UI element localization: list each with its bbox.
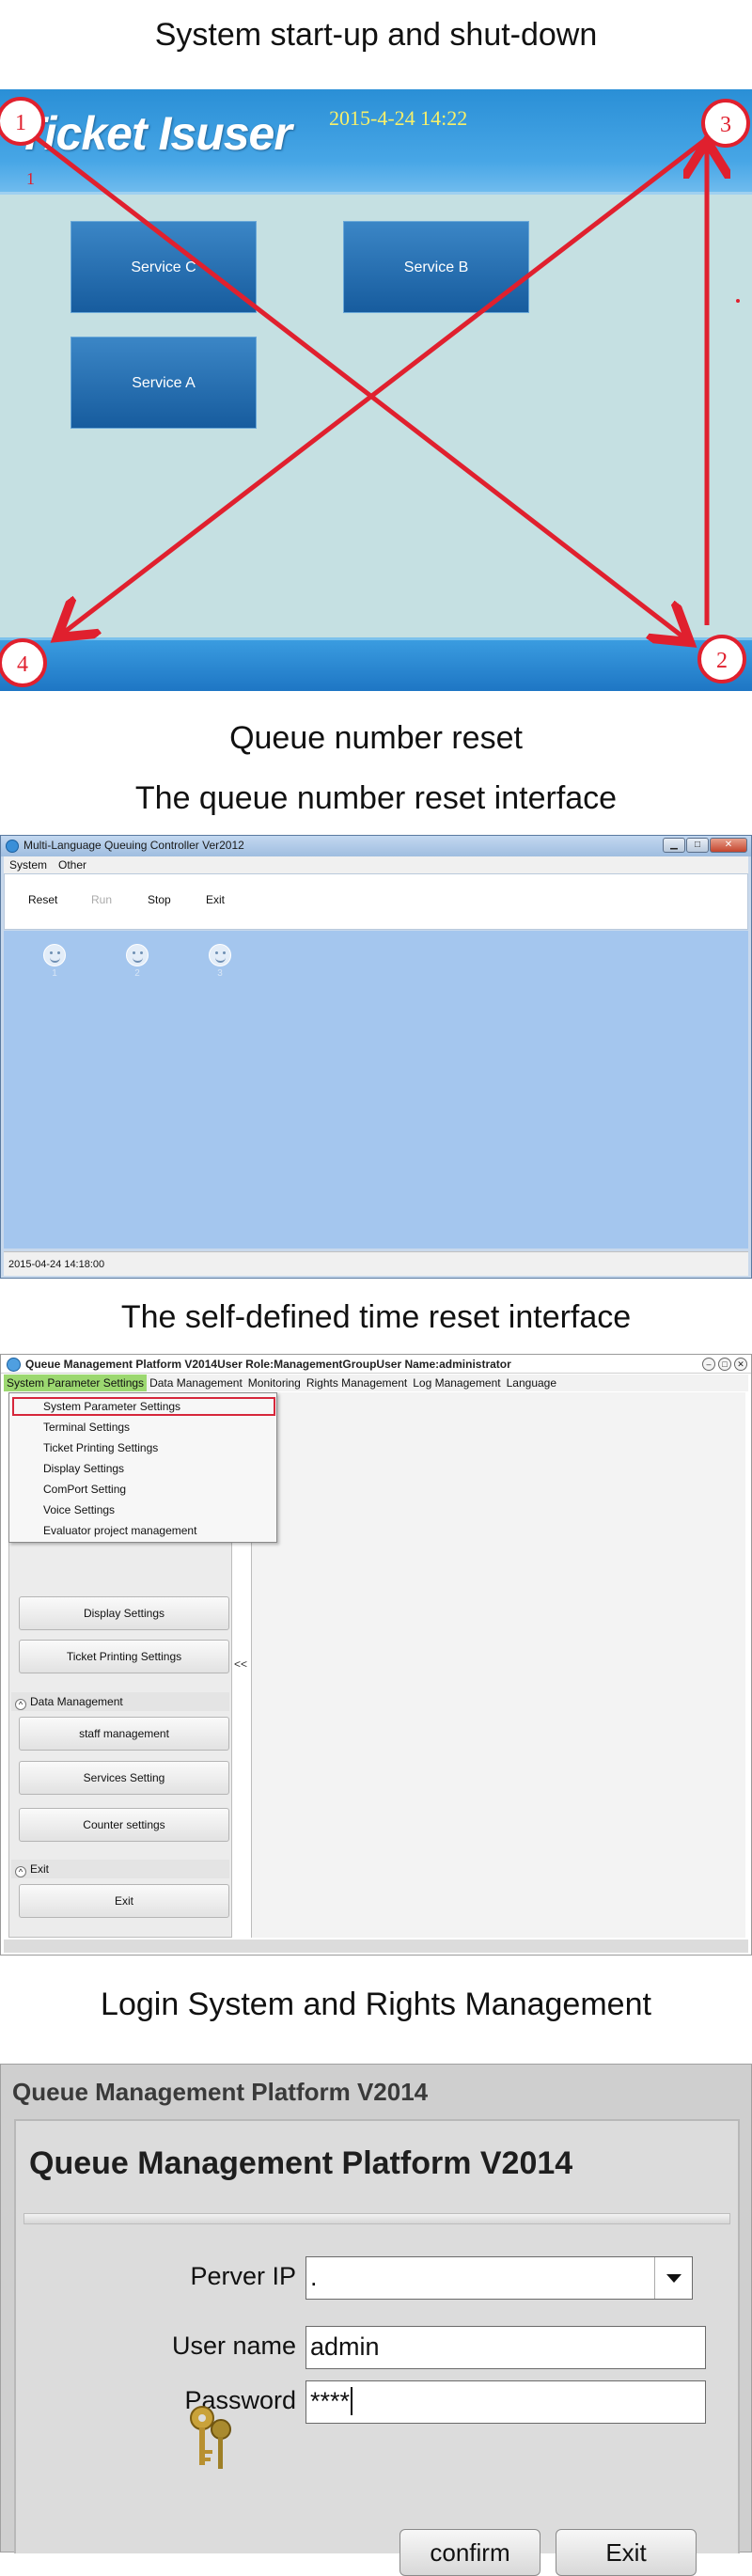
svg-text:1: 1 [15,111,26,135]
server-ip-combo[interactable]: . [306,2256,693,2300]
minimize-icon[interactable]: ▁ [663,838,685,853]
menu-log-management[interactable]: Log Management [410,1374,503,1391]
stop-button[interactable]: Stop [148,893,171,906]
maximize-icon[interactable]: □ [686,838,709,853]
exit-button[interactable]: Exit [556,2529,697,2576]
dropdown-item-ticket-printing-settings[interactable]: Ticket Printing Settings [43,1441,158,1454]
smiley-icon[interactable] [43,944,66,966]
arrow-3-to-4 [61,134,712,635]
collapse-section-icon[interactable]: ^ [15,1699,26,1710]
marker-small-1: 1 [26,169,35,188]
menu-monitoring[interactable]: Monitoring [245,1374,304,1391]
section-heading-login: Login System and Rights Management [101,1987,651,2022]
svg-text:4: 4 [17,652,28,677]
menu-data-management[interactable]: Data Management [147,1374,245,1391]
data-management-section[interactable]: ^ Data Management [11,1692,229,1711]
exit-section[interactable]: ^ Exit [11,1860,229,1878]
annotation-overlay: 1 1 3 4 2 [0,97,750,687]
menu-bar: System Parameter Settings Data Management… [4,1374,748,1391]
run-button[interactable]: Run [91,893,112,906]
window-title: Queue Management Platform V2014 [12,2078,429,2106]
staff-management-button[interactable]: staff management [19,1717,229,1751]
section-subheading-queue-reset: The queue number reset interface [134,780,618,816]
svg-text:3: 3 [720,113,731,137]
section-label: Data Management [30,1695,123,1708]
confirm-button[interactable]: confirm [400,2529,540,2576]
counter-label: 1 [52,968,57,979]
services-setting-button[interactable]: Services Setting [19,1761,229,1795]
section-heading-queue-reset: Queue number reset [229,720,523,756]
status-bar: 2015-04-24 14:18:00 [4,1251,748,1276]
server-ip-label: Perver IP [190,2262,296,2290]
status-time: 2015-04-24 14:18:00 [8,1259,105,1270]
counter-label: 2 [134,968,140,979]
marker-4: 4 [0,638,47,687]
system-parameter-dropdown: System Parameter Settings Terminal Setti… [8,1392,277,1543]
window-title: Queue Management Platform V2014User Role… [25,1358,511,1371]
counter-area: 1 2 3 [4,931,748,1149]
close-icon[interactable]: ✕ [734,1358,747,1371]
menu-language[interactable]: Language [504,1374,559,1391]
marker-1: 1 [0,97,45,146]
ticket-printing-settings-button[interactable]: Ticket Printing Settings [19,1640,229,1673]
svg-text:2: 2 [716,649,728,673]
menu-other[interactable]: Other [53,856,92,873]
maximize-icon[interactable]: □ [718,1358,731,1371]
section-heading-time-reset: The self-defined time reset interface [120,1299,632,1335]
server-ip-value: . [310,2263,318,2291]
ticket-issuer-screen: Ticket Isuser 2015-4-24 14:22 Service C … [0,89,752,691]
counter-settings-button[interactable]: Counter settings [19,1808,229,1842]
dropdown-item-comport-setting[interactable]: ComPort Setting [43,1483,126,1496]
menu-system-parameter-settings[interactable]: System Parameter Settings [4,1374,148,1391]
exit-button[interactable]: Exit [19,1884,229,1918]
marker-3: 3 [701,99,750,148]
login-window: Queue Management Platform V2014 Queue Ma… [0,2064,752,2576]
counter-label: 3 [217,968,223,979]
collapse-section-icon[interactable]: ^ [15,1866,26,1877]
minimize-icon[interactable]: – [702,1358,715,1371]
content-area [251,1392,745,1938]
reset-button[interactable]: Reset [28,893,57,906]
app-icon [6,840,19,853]
login-form: Queue Management Platform V2014 Perver I… [14,2119,740,2576]
queue-controller-window: Multi-Language Queuing Controller Ver201… [0,835,752,1279]
password-field[interactable]: **** [306,2380,706,2424]
password-label: Password [184,2386,296,2414]
dropdown-item-voice-settings[interactable]: Voice Settings [43,1503,115,1516]
menu-rights-management[interactable]: Rights Management [304,1374,410,1391]
smiley-icon[interactable] [209,944,231,966]
dropdown-item-terminal-settings[interactable]: Terminal Settings [43,1421,130,1434]
status-bar [4,1940,748,1953]
display-settings-button[interactable]: Display Settings [19,1596,229,1630]
dropdown-item-system-parameter-settings[interactable]: System Parameter Settings [43,1400,180,1413]
exit-button[interactable]: Exit [206,893,225,906]
window-controls: ▁ □ ✕ [663,838,747,853]
chevron-down-icon[interactable] [654,2257,692,2299]
smiley-icon[interactable] [126,944,149,966]
username-value: admin [310,2333,380,2361]
dropdown-item-evaluator-project-management[interactable]: Evaluator project management [43,1524,196,1537]
menu-system[interactable]: System [4,856,53,873]
username-label: User name [171,2332,296,2360]
separator [24,2213,730,2224]
collapse-panel-button[interactable]: << [234,1657,247,1671]
queue-platform-window: Queue Management Platform V2014User Role… [0,1354,752,1956]
menu-bar: System Other [4,856,748,873]
window-title: Multi-Language Queuing Controller Ver201… [24,839,244,852]
section-label: Exit [30,1862,50,1876]
close-icon[interactable]: ✕ [710,838,747,853]
dropdown-item-display-settings[interactable]: Display Settings [43,1462,124,1475]
form-title: Queue Management Platform V2014 [29,2145,573,2181]
keys-icon [190,2406,231,2469]
password-value: **** [310,2387,351,2415]
app-icon [7,1358,21,1372]
section-heading-startup: System start-up and shut-down [154,17,598,53]
window-controls: – □ ✕ [702,1358,747,1371]
counter-area-lower [4,1149,748,1249]
arrow-1-to-2 [26,130,686,639]
marker-2: 2 [697,635,746,683]
toolbar: Reset Run Stop Exit [4,873,748,930]
username-field[interactable]: admin [306,2326,706,2369]
